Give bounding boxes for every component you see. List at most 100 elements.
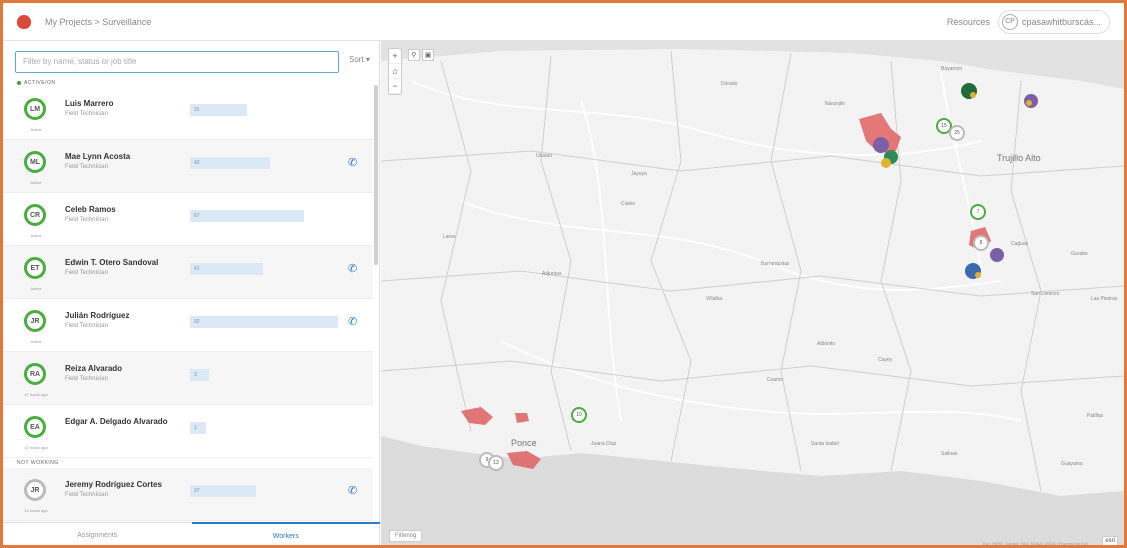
worker-role: Field Technician (65, 492, 108, 498)
scrollbar[interactable] (374, 85, 378, 265)
worker-row[interactable]: CR Active Celeb Ramos Field Technician 67 (3, 193, 373, 246)
worker-status: Active (30, 286, 42, 291)
assignment-cluster (881, 158, 891, 168)
assignment-cluster (873, 137, 889, 153)
phone-icon[interactable]: ✆ (348, 315, 357, 328)
worker-list: LM Active Luis Marrero Field Technician 31 ML… (3, 87, 373, 521)
worker-row[interactable]: JR 14 hours ago Jeremy Rodríguez Cortes Fie… (3, 468, 373, 521)
avatar: RA (24, 363, 46, 385)
worker-name: Reiza Alvarado (65, 364, 123, 373)
search-icon[interactable]: ⚲ (408, 49, 420, 61)
assignment-count-bar: 41 (190, 263, 263, 275)
map-label: Dorado (721, 81, 738, 87)
map-label: Juana Díaz (591, 441, 617, 447)
map-label: Gurabo (1071, 251, 1088, 257)
worker-row[interactable]: JR Active Julián Rodríguez Field Technician… (3, 299, 373, 352)
worker-map-marker[interactable]: 8 (973, 235, 989, 251)
assignment-cluster (1026, 100, 1032, 106)
worker-row[interactable]: EA 17 hours ago Edgar A. Delgado Alvarado 1 (3, 405, 373, 458)
map-label: Bayamón (941, 66, 963, 72)
assignment-cluster (990, 248, 1004, 262)
map-label: Villalba (706, 296, 723, 302)
worker-role: Field Technician (65, 111, 108, 117)
zoom-in-button[interactable]: + (389, 49, 401, 64)
worker-status: 17 hours ago (24, 392, 48, 397)
map-label: Trujillo Alto (997, 153, 1041, 163)
map-label: Las Piedras (1091, 296, 1118, 302)
user-menu[interactable]: CP cpasawhitburscás... (997, 9, 1110, 34)
worker-status: Active (30, 339, 42, 344)
worker-row[interactable]: LM Active Luis Marrero Field Technician 31 (3, 87, 373, 140)
tab-workers[interactable]: Workers (191, 522, 380, 545)
worker-row[interactable]: RA 17 hours ago Reiza Alvarado Field Techni… (3, 352, 373, 405)
worker-status: Active (30, 233, 42, 238)
assignment-count-bar: 3 (190, 369, 209, 381)
worker-status: 17 hours ago (24, 445, 48, 450)
assignment-count-bar: 67 (190, 210, 304, 222)
worker-map-marker[interactable]: 10 (571, 407, 587, 423)
avatar: CR (24, 204, 46, 226)
phone-icon[interactable]: ✆ (348, 156, 357, 169)
resources-link[interactable]: Resources (947, 17, 990, 27)
map-view[interactable]: + ⌂ − ⚲ ▣ Ponce Trujillo Alto Cayey Utua… (381, 41, 1124, 545)
top-right: Resources CP cpasawhitburscás... (947, 9, 1110, 34)
workers-panel: Filter by name, status or job title Sort… (3, 41, 380, 545)
sort-button[interactable]: Sort ▾ (349, 55, 370, 64)
assignment-count-bar: 42 (190, 157, 270, 169)
app-window: My Projects > Surveillance Resources CP … (0, 0, 1127, 548)
worker-name: Celeb Ramos (65, 205, 116, 214)
avatar: JR (24, 310, 46, 332)
worker-row[interactable]: ML Active Mae Lynn Acosta Field Technician 4… (3, 140, 373, 193)
avatar: LM (24, 98, 46, 120)
map-label: Caguas (1011, 241, 1029, 247)
map-label: Lares (443, 234, 456, 240)
section-header-active: ACTIVE/ON (17, 80, 55, 86)
map-label: Santa Isabel (811, 441, 839, 447)
user-name: cpasawhitburscás... (1021, 16, 1101, 27)
status-dot-icon (17, 81, 21, 85)
worker-role: Field Technician (65, 164, 108, 170)
worker-status: 14 hours ago (24, 508, 48, 513)
map-label: Aibonito (817, 341, 836, 347)
assignment-count-bar: 31 (190, 104, 247, 116)
map-label: Adjuntas (542, 271, 562, 277)
section-header-not-working: NOT WORKING (17, 460, 59, 466)
phone-icon[interactable]: ✆ (348, 484, 357, 497)
worker-role: Field Technician (65, 217, 108, 223)
worker-role: Field Technician (65, 270, 108, 276)
zoom-out-button[interactable]: − (389, 79, 401, 94)
filter-input[interactable]: Filter by name, status or job title (15, 51, 339, 73)
panel-tabs: Assignments Workers (3, 522, 380, 545)
assignment-count-bar: 92 (190, 316, 338, 328)
map-tools: ⚲ ▣ (408, 49, 434, 61)
worker-status: Active (30, 180, 42, 185)
worker-map-marker[interactable]: 7 (970, 204, 986, 220)
assignment-count-bar: 1 (190, 422, 206, 434)
land (381, 49, 1124, 496)
home-icon[interactable]: ⌂ (389, 64, 401, 79)
breadcrumb[interactable]: My Projects > Surveillance (45, 17, 151, 27)
layers-icon[interactable]: ▣ (422, 49, 434, 61)
app-logo-icon[interactable] (17, 14, 31, 29)
worker-status: Active (30, 127, 42, 132)
map-label: Guayama (1061, 461, 1083, 467)
map-label: Cayey (878, 357, 893, 363)
worker-map-marker[interactable]: 25 (949, 125, 965, 141)
worker-row[interactable]: ET Active Edwin T. Otero Sandoval Field Tec… (3, 246, 373, 299)
map-label: Salinas (941, 451, 958, 457)
esri-logo: esri (1102, 536, 1118, 545)
phone-icon[interactable]: ✆ (348, 262, 357, 275)
assignment-cluster (970, 92, 976, 98)
filter-chip[interactable]: Filtering (389, 530, 423, 542)
avatar: ET (24, 257, 46, 279)
worker-map-marker[interactable]: 12 (488, 455, 504, 471)
map-label: Ponce (511, 438, 537, 448)
tab-assignments[interactable]: Assignments (3, 523, 192, 545)
worker-name: Luis Marrero (65, 99, 114, 108)
worker-role: Field Technician (65, 323, 108, 329)
map-label: Barranquitas (761, 261, 790, 267)
map-canvas (381, 49, 1124, 545)
worker-role: Field Technician (65, 376, 108, 382)
avatar: JR (24, 479, 46, 501)
map-label: Utuado (536, 153, 553, 159)
